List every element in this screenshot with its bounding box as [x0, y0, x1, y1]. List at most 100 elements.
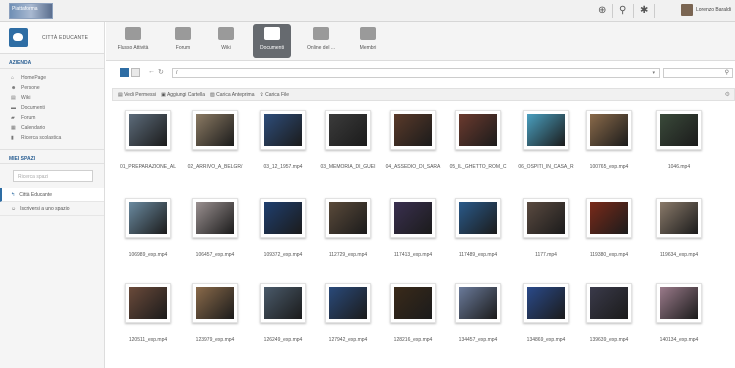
video-thumbnail[interactable] [455, 110, 501, 150]
file-name[interactable]: 02_ARRIVO_A_BELGR/ [184, 164, 246, 170]
file-name[interactable]: 05_IL_GHETTO_ROM_C [447, 164, 509, 170]
user-menu[interactable]: Lorenzo Baraldi [680, 4, 731, 16]
file-name[interactable]: 03_MEMORIA_DI_GUEI [317, 164, 379, 170]
file-name[interactable]: 134869_exp.mp4 [515, 337, 577, 343]
file-name[interactable]: 117413_exp.mp4 [382, 252, 444, 258]
video-thumbnail[interactable] [523, 283, 569, 323]
space-item-join[interactable]: ☺ Iscriversi a uno spazio [0, 202, 104, 216]
video-thumbnail[interactable] [656, 198, 702, 238]
file-item[interactable]: 127942_exp.mp4 [317, 283, 379, 353]
file-name[interactable]: 134457_exp.mp4 [447, 337, 509, 343]
file-item[interactable]: 03_MEMORIA_DI_GUEI [317, 110, 379, 180]
app-online[interactable]: Online del ... [302, 24, 340, 58]
app-documenti[interactable]: Documenti [253, 24, 291, 58]
video-thumbnail[interactable] [192, 283, 238, 323]
list-view-icon[interactable] [131, 68, 140, 77]
file-item[interactable]: 04_ASSEDIO_DI_SARA [382, 110, 444, 180]
video-thumbnail[interactable] [325, 283, 371, 323]
video-thumbnail[interactable] [260, 198, 306, 238]
file-name[interactable]: 01_PREPARAZIONE_AL [117, 164, 179, 170]
video-thumbnail[interactable] [390, 198, 436, 238]
file-name[interactable]: 112729_exp.mp4 [317, 252, 379, 258]
video-thumbnail[interactable] [390, 110, 436, 150]
file-name[interactable]: 1046.mp4 [648, 164, 710, 170]
space-header[interactable]: CITTÀ EDUCANTE [0, 22, 104, 54]
file-name[interactable]: 140134_exp.mp4 [648, 337, 710, 343]
file-item[interactable]: 01_PREPARAZIONE_AL [117, 110, 179, 180]
video-thumbnail[interactable] [125, 283, 171, 323]
file-item[interactable]: 05_IL_GHETTO_ROM_C [447, 110, 509, 180]
video-thumbnail[interactable] [260, 283, 306, 323]
file-name[interactable]: 117489_exp.mp4 [447, 252, 509, 258]
file-name[interactable]: 119380_exp.mp4 [578, 252, 640, 258]
file-item[interactable]: 119634_exp.mp4 [648, 198, 710, 268]
file-item[interactable]: 117489_exp.mp4 [447, 198, 509, 268]
video-thumbnail[interactable] [656, 283, 702, 323]
file-item[interactable]: 128216_exp.mp4 [382, 283, 444, 353]
search-icon[interactable]: ⚲ [619, 4, 634, 18]
path-input[interactable]: / ▾ [172, 68, 660, 78]
video-thumbnail[interactable] [125, 110, 171, 150]
file-name[interactable]: 128216_exp.mp4 [382, 337, 444, 343]
file-item[interactable]: 112729_exp.mp4 [317, 198, 379, 268]
settings-gear-icon[interactable]: ⚙ [725, 91, 730, 98]
video-thumbnail[interactable] [656, 110, 702, 150]
file-name[interactable]: 106457_exp.mp4 [184, 252, 246, 258]
file-name[interactable]: 106989_exp.mp4 [117, 252, 179, 258]
back-arrow-icon[interactable]: ← [148, 68, 155, 75]
video-thumbnail[interactable] [125, 198, 171, 238]
file-item[interactable]: 120511_exp.mp4 [117, 283, 179, 353]
space-item-citta-educante[interactable]: ↰ Città Educante [0, 188, 104, 202]
file-item[interactable]: 03_12_1957.mp4 [252, 110, 314, 180]
file-item[interactable]: 106457_exp.mp4 [184, 198, 246, 268]
video-thumbnail[interactable] [325, 198, 371, 238]
sidebar-item-documenti[interactable]: ▬ Documenti [0, 103, 104, 113]
file-item[interactable]: 109372_exp.mp4 [252, 198, 314, 268]
video-thumbnail[interactable] [192, 110, 238, 150]
search-input[interactable]: ⚲ [663, 68, 733, 78]
file-name[interactable]: 04_ASSEDIO_DI_SARA [382, 164, 444, 170]
search-icon[interactable]: ⚲ [725, 69, 729, 76]
file-item[interactable]: 126249_exp.mp4 [252, 283, 314, 353]
file-item[interactable]: 140134_exp.mp4 [648, 283, 710, 353]
upload-preview-button[interactable]: ▧ Carica Anteprima [210, 92, 254, 98]
file-item[interactable]: 06_OSPITI_IN_CASA_R [515, 110, 577, 180]
video-thumbnail[interactable] [455, 198, 501, 238]
platform-logo[interactable]: Piattaforma [9, 3, 53, 19]
file-name[interactable]: 139639_exp.mp4 [578, 337, 640, 343]
video-thumbnail[interactable] [260, 110, 306, 150]
file-name[interactable]: 1177.mp4 [515, 252, 577, 258]
file-item[interactable]: 1177.mp4 [515, 198, 577, 268]
sidebar-item-wiki[interactable]: ▤ Wiki [0, 93, 104, 103]
file-name[interactable]: 119634_exp.mp4 [648, 252, 710, 258]
file-name[interactable]: 100765_exp.mp4 [578, 164, 640, 170]
file-item[interactable]: 100765_exp.mp4 [578, 110, 640, 180]
chevron-down-icon[interactable]: ▾ [652, 70, 655, 76]
app-forum[interactable]: Forum [164, 24, 202, 58]
file-item[interactable]: 02_ARRIVO_A_BELGR/ [184, 110, 246, 180]
file-name[interactable]: 06_OSPITI_IN_CASA_R [515, 164, 577, 170]
video-thumbnail[interactable] [523, 110, 569, 150]
video-thumbnail[interactable] [192, 198, 238, 238]
sidebar-item-forum[interactable]: ▰ Forum [0, 113, 104, 123]
search-spaces-input[interactable]: Ricerca spazi [13, 170, 93, 182]
file-name[interactable]: 127942_exp.mp4 [317, 337, 379, 343]
video-thumbnail[interactable] [325, 110, 371, 150]
video-thumbnail[interactable] [523, 198, 569, 238]
sidebar-item-ricerca-scolastica[interactable]: ▮ Ricerca scolastica [0, 133, 104, 143]
file-item[interactable]: 123979_exp.mp4 [184, 283, 246, 353]
view-permissions-button[interactable]: ▤ Vedi Permessi [118, 92, 156, 98]
video-thumbnail[interactable] [586, 283, 632, 323]
refresh-icon[interactable]: ↻ [158, 68, 164, 76]
sidebar-item-calendario[interactable]: ▦ Calendario [0, 123, 104, 133]
file-item[interactable]: 139639_exp.mp4 [578, 283, 640, 353]
video-thumbnail[interactable] [390, 283, 436, 323]
app-wiki[interactable]: Wiki [207, 24, 245, 58]
sidebar-item-homepage[interactable]: ⌂ HomePage [0, 73, 104, 83]
app-flusso-attivita[interactable]: Flusso Attività [114, 24, 152, 58]
app-membri[interactable]: Membri [349, 24, 387, 58]
upload-file-button[interactable]: ⇪ Carica File [260, 92, 290, 98]
video-thumbnail[interactable] [586, 110, 632, 150]
video-thumbnail[interactable] [455, 283, 501, 323]
add-folder-button[interactable]: ▣ Aggiungi Cartella [161, 92, 205, 98]
